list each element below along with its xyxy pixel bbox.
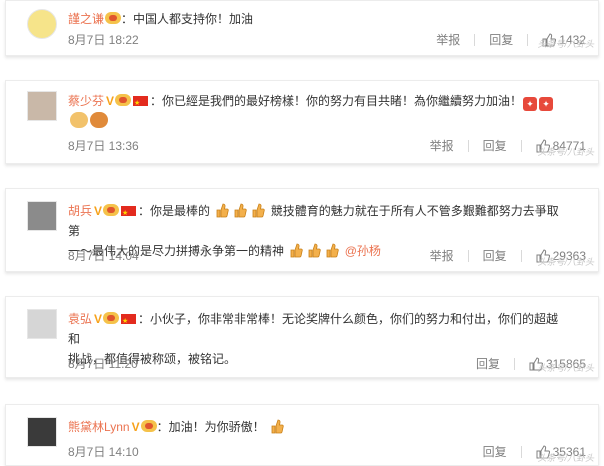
thumbs-up-emoji-icon [290,243,304,258]
clapping-emoji-icon [70,112,88,128]
member-crown-icon [115,94,132,106]
mention-link[interactable]: @孙杨 [345,244,381,258]
report-button[interactable]: 举报 [422,31,474,48]
watermark: 头条号/八卦头 [537,147,594,157]
comment-body: ：你已經是我們的最好榜樣！你的努力有目共睹！為你繼續努力加油！ [150,94,523,108]
thumbs-up-emoji-icon [326,243,340,258]
username-link[interactable]: 袁弘 [68,312,92,326]
avatar[interactable] [27,417,57,447]
avatar[interactable] [27,309,57,339]
china-flag-icon [121,203,137,223]
comment-time: 8月7日 14:10 [68,445,139,459]
verified-v-icon: V [94,204,103,218]
china-flag-icon [133,93,149,113]
candle-emoji-icon: ✦ [539,97,554,111]
thumbs-up-emoji-icon [234,203,248,218]
comment-card: 蔡少芬V：你已經是我們的最好榜樣！你的努力有目共睹！為你繼續努力加油！✦✦ 8月… [5,80,599,164]
avatar[interactable] [27,9,57,39]
candle-emoji-icon: ✦ [523,97,538,111]
watermark: 头条号/八卦头 [537,453,594,463]
comment-text: 熊黛林Lynn V ：加油！为你骄傲！ [68,417,568,437]
verified-v-icon: V [106,94,115,108]
reply-button[interactable]: 回复 [469,443,521,460]
report-button[interactable]: 举报 [416,137,468,154]
verified-v-icon: V [131,420,140,434]
username-link[interactable]: 胡兵 [68,204,92,218]
thumbs-up-emoji-icon [216,203,230,218]
member-crown-icon [140,420,157,432]
username-link[interactable]: 熊黛林Lynn [68,420,130,434]
member-crown-icon [105,12,122,24]
username-link[interactable]: 謹之谦 [68,12,104,26]
comment-text: 謹之谦 ：中国人都支持你！加油 [68,9,568,29]
avatar[interactable] [27,201,57,231]
comment-text: 蔡少芬V：你已經是我們的最好榜樣！你的努力有目共睹！為你繼續努力加油！✦✦ [68,91,568,131]
china-flag-icon [121,311,137,331]
comment-body: ：加油！为你骄傲！ [156,420,265,434]
thumbs-up-emoji-icon [271,419,284,434]
report-button[interactable]: 举报 [416,247,468,264]
member-crown-icon [103,312,120,324]
comment-time: 8月7日 13:36 [68,139,139,153]
reply-button[interactable]: 回复 [475,31,527,48]
comment-card: 胡兵V：你是最棒的 競技體育的魅力就在于所有人不管多艱難都努力去爭取第 一～最伟… [5,188,599,272]
verified-v-icon: V [94,312,103,326]
comment-time: 8月7日 18:22 [68,33,139,47]
comment-card: 袁弘V：小伙子，你非常非常棒！无论奖牌什么颜色，你们的努力和付出，你们的超越和 … [5,296,599,378]
watermark: 头条号/八卦头 [537,363,594,373]
comment-time: 8月7日 11:20 [68,357,138,371]
comment-body: ：你是最棒的 [138,204,211,218]
reply-button[interactable]: 回复 [469,247,521,264]
reply-button[interactable]: 回复 [462,355,514,372]
thumbs-up-emoji-icon [252,203,266,218]
comment-body: ：中国人都支持你！加油 [121,12,254,26]
comment-card: 謹之谦 ：中国人都支持你！加油 8月7日 18:22 举报 回复 1432 头条号… [5,0,599,56]
comment-time: 8月7日 14:04 [68,249,139,263]
avatar[interactable] [27,91,57,121]
member-crown-icon [103,204,120,216]
watermark: 头条号/八卦头 [537,39,594,49]
thumbs-up-emoji-icon [308,243,322,258]
comment-body: ：小伙子，你非常非常棒！无论奖牌什么颜色，你们的努力和付出，你们的超越和 [68,312,559,346]
comment-card: 熊黛林Lynn V ：加油！为你骄傲！ 8月7日 14:10 回复 35361 头条… [5,404,599,466]
watermark: 头条号/八卦头 [537,257,594,267]
reply-button[interactable]: 回复 [469,137,521,154]
lion-emoji-icon [90,112,108,128]
username-link[interactable]: 蔡少芬 [68,94,104,108]
